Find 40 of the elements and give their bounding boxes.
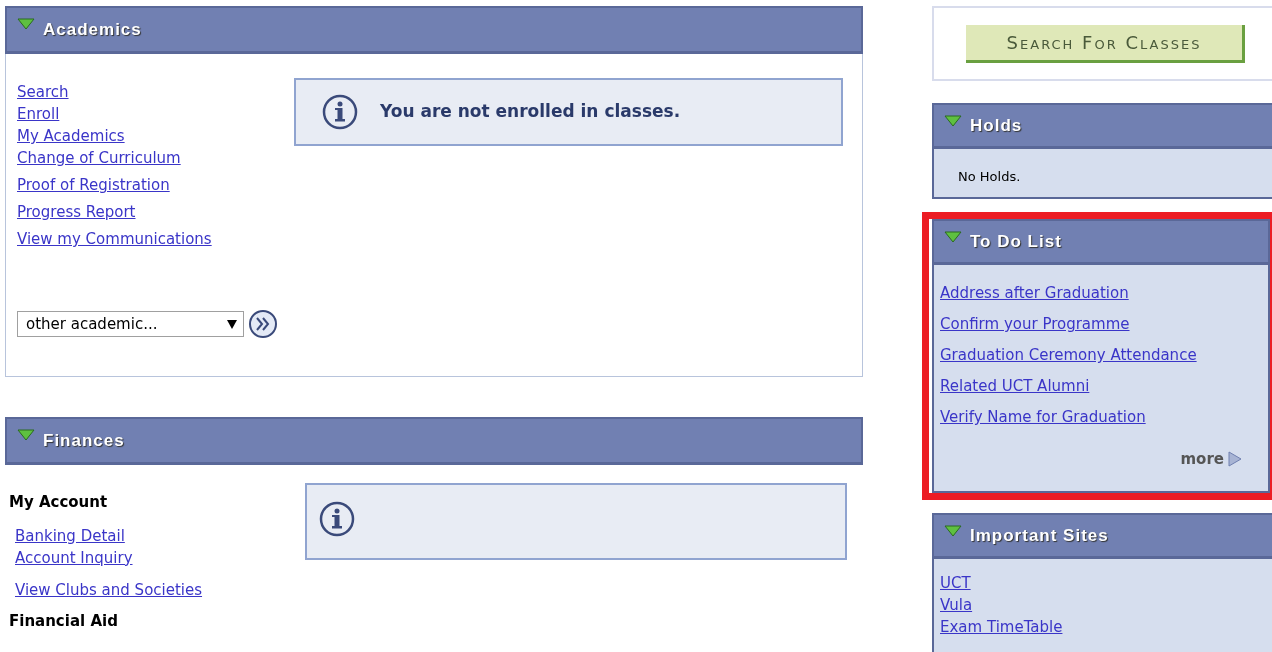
link[interactable]: View Clubs and Societies bbox=[15, 579, 203, 600]
section-title: Finances bbox=[43, 429, 125, 452]
section-title: Holds bbox=[970, 114, 1023, 137]
caret-icon bbox=[227, 319, 237, 329]
link[interactable]: Related UCT Alumni bbox=[940, 376, 1090, 396]
link[interactable]: Vula bbox=[940, 595, 973, 615]
section-title: Academics bbox=[43, 18, 142, 41]
expand-triangle-icon[interactable] bbox=[944, 525, 962, 537]
link[interactable]: Verify Name for Graduation bbox=[940, 407, 1146, 427]
link[interactable]: Proof of Registration bbox=[17, 175, 170, 195]
link[interactable]: Banking Detail bbox=[15, 525, 125, 546]
section-title: To Do List bbox=[970, 230, 1062, 253]
link[interactable]: Address after Graduation bbox=[940, 283, 1129, 303]
expand-triangle-icon[interactable] bbox=[944, 231, 962, 243]
link[interactable]: Progress Report bbox=[17, 202, 136, 222]
link[interactable]: Account Inquiry bbox=[15, 547, 133, 568]
info-message: You are not enrolled in classes. bbox=[380, 100, 681, 124]
link[interactable]: My Academics bbox=[17, 126, 125, 146]
section-heading: My Account bbox=[9, 492, 109, 513]
link[interactable]: Graduation Ceremony Attendance bbox=[940, 345, 1197, 365]
info-icon bbox=[319, 501, 355, 537]
expand-triangle-icon[interactable] bbox=[944, 115, 962, 127]
search-for-classes-button[interactable]: Search For Classes bbox=[966, 24, 1245, 63]
dropdown[interactable]: other academic... bbox=[17, 311, 244, 337]
more-link[interactable]: more bbox=[1180, 448, 1242, 471]
section-heading: Financial Aid bbox=[9, 610, 119, 632]
link[interactable]: UCT bbox=[940, 573, 971, 593]
link[interactable]: Change of Curriculum bbox=[17, 148, 181, 168]
right-triangle-icon bbox=[1228, 451, 1242, 468]
link[interactable]: View my Communications bbox=[17, 229, 212, 249]
link[interactable]: Exam TimeTable bbox=[940, 617, 1063, 637]
section-title: Important Sites bbox=[970, 524, 1109, 547]
holds-message: No Holds. bbox=[958, 169, 1021, 184]
link[interactable]: Enroll bbox=[17, 104, 60, 124]
go-button[interactable] bbox=[248, 309, 278, 339]
expand-triangle-icon[interactable] bbox=[17, 18, 35, 30]
expand-triangle-icon[interactable] bbox=[17, 429, 35, 441]
info-icon bbox=[322, 94, 358, 130]
link[interactable]: Confirm your Programme bbox=[940, 314, 1130, 334]
link[interactable]: Search bbox=[17, 82, 69, 102]
